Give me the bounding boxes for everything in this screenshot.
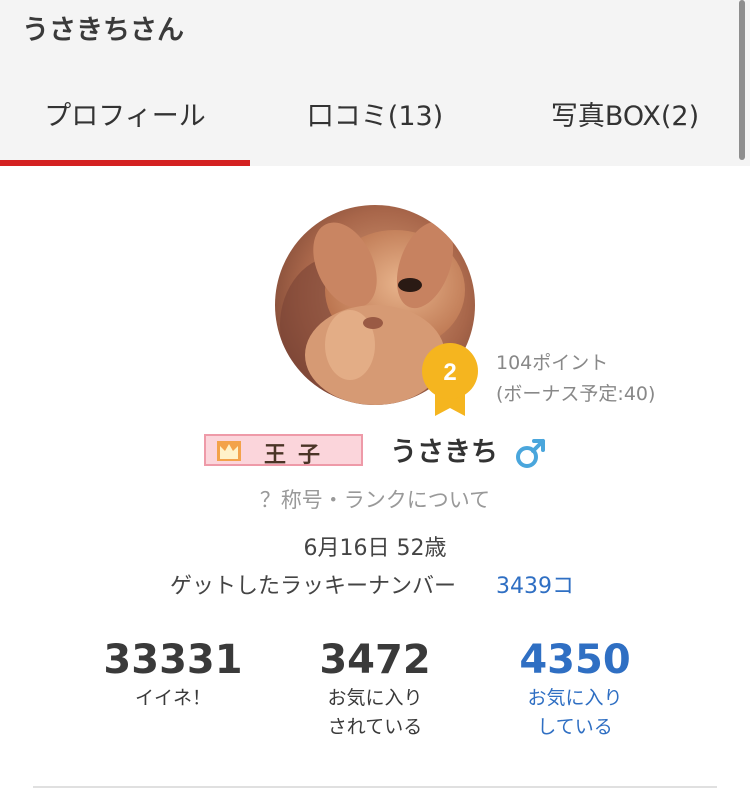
stat-favoriting-label-2: している: [537, 716, 613, 738]
medal-icon: 2: [422, 343, 478, 416]
username: うさきち: [390, 437, 498, 468]
section-divider: [33, 786, 717, 788]
stat-likes-label: イイネ！: [134, 687, 211, 709]
header-area: うさきちさん プロフィール 口コミ(13) 写真BOX(2): [0, 0, 750, 166]
rank-number: 2: [443, 359, 456, 386]
tab-profile[interactable]: プロフィール: [0, 94, 250, 133]
lucky-number-label: ゲットしたラッキーナンバー: [170, 574, 457, 599]
scrollbar[interactable]: [739, 0, 745, 160]
tab-photo-box[interactable]: 写真BOX(2): [500, 94, 750, 133]
page-title: うさきちさん: [22, 15, 184, 46]
lucky-number-count[interactable]: 3439コ: [496, 568, 574, 600]
stat-favoriting[interactable]: 4350 お気に入り している: [475, 636, 675, 742]
birthday-age: 6月16日 52歳: [303, 536, 447, 561]
title-badge: 王子: [204, 434, 363, 468]
bonus-points: (ボーナス予定:40): [496, 383, 656, 405]
active-tab-indicator: [0, 160, 250, 166]
stat-favoriting-label-1: お気に入り: [527, 687, 623, 709]
title-badge-text: 王子: [264, 443, 333, 468]
points-value: 104ポイント: [496, 352, 609, 374]
stat-favorited[interactable]: 3472 お気に入り されている: [275, 636, 475, 742]
points-info: 104ポイント (ボーナス予定:40): [496, 348, 655, 410]
tab-reviews[interactable]: 口コミ(13): [250, 94, 500, 133]
crown-icon: [217, 441, 241, 461]
stat-favorited-label-2: されている: [327, 716, 423, 738]
stat-favoriting-value: 4350: [519, 637, 631, 683]
stat-likes: 33331 イイネ！: [73, 636, 273, 713]
rank-help-link[interactable]: ？称号・ランクについて: [0, 484, 750, 514]
stat-favorited-value: 3472: [319, 637, 431, 683]
stat-favorited-label-1: お気に入り: [327, 687, 423, 709]
stat-likes-value: 33331: [103, 637, 243, 683]
male-icon: [516, 439, 545, 468]
